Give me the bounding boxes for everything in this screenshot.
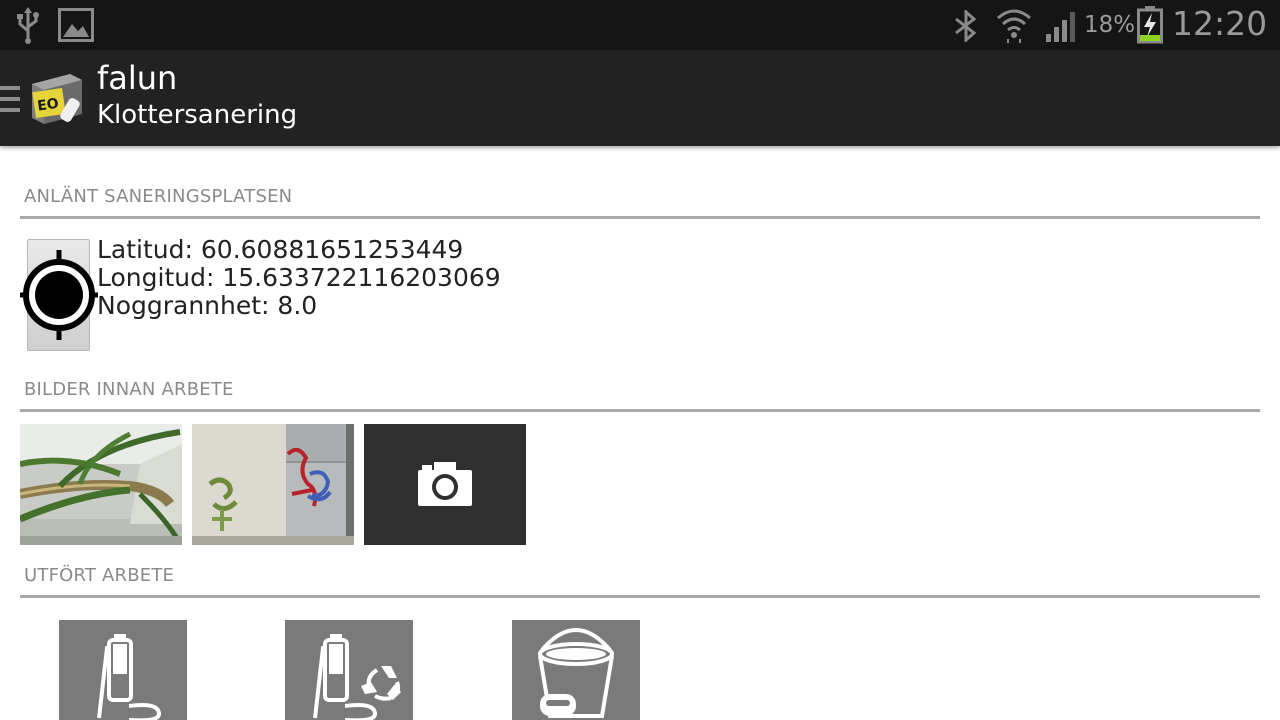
photo-thumbnail-plant[interactable]	[20, 424, 182, 545]
bluetooth-icon	[955, 10, 977, 42]
pressure-washer-icon	[97, 634, 162, 720]
battery-percent: 18%	[1084, 12, 1136, 38]
action-bar: EO falun Klottersanering	[0, 50, 1280, 146]
battery-charging-icon	[1137, 6, 1163, 44]
signal-icon	[1046, 12, 1075, 42]
work-pressure-washer-button[interactable]	[59, 620, 187, 720]
section-divider	[20, 409, 1260, 412]
location-info: Latitud: 60.60881651253449 Longitud: 15.…	[97, 236, 501, 320]
app-title: falun	[97, 59, 178, 97]
section-header-before-images: BILDER INNAN ARBETE	[24, 379, 234, 400]
section-header-arrived: ANLÄNT SANERINGSPLATSEN	[24, 186, 293, 207]
latitude-text: Latitud: 60.60881651253449	[97, 235, 464, 264]
photo-thumbnail-graffiti[interactable]	[192, 424, 354, 545]
add-photo-button[interactable]	[364, 424, 526, 545]
camera-icon	[418, 462, 472, 506]
gallery-notification-icon	[58, 8, 94, 42]
status-bar: 18% 12:20	[0, 0, 1280, 50]
longitude-text: Longitud: 15.633722116203069	[97, 263, 501, 292]
work-pressure-washer-recycle-button[interactable]	[285, 620, 413, 720]
section-divider	[20, 216, 1260, 219]
section-divider	[20, 595, 1260, 598]
section-header-work-done: UTFÖRT ARBETE	[24, 565, 175, 586]
drawer-menu-icon[interactable]	[0, 86, 20, 112]
accuracy-text: Noggrannhet: 8.0	[97, 291, 318, 320]
clock: 12:20	[1172, 4, 1268, 43]
app-logo-icon[interactable]: EO	[30, 70, 86, 126]
work-bucket-sponge-button[interactable]	[512, 620, 640, 720]
svg-text:EO: EO	[36, 96, 60, 115]
usb-icon	[17, 7, 39, 44]
pressure-washer-recycle-icon	[313, 634, 401, 720]
wifi-icon	[997, 9, 1031, 43]
bucket-sponge-icon	[538, 628, 614, 718]
app-subtitle: Klottersanering	[97, 100, 298, 130]
gps-target-icon[interactable]	[20, 250, 98, 340]
